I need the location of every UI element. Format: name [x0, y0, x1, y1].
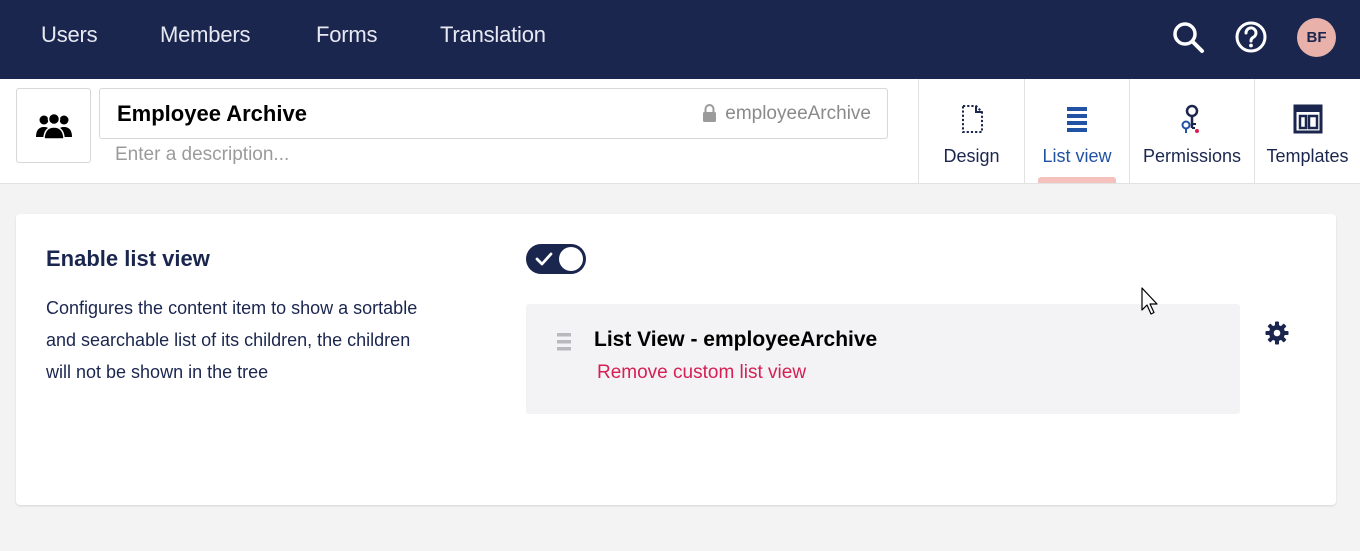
users-icon	[36, 112, 72, 140]
description-input[interactable]: Enter a description...	[115, 144, 289, 166]
enable-list-view-toggle[interactable]	[526, 244, 586, 274]
enable-list-view-description: Configures the content item to show a so…	[46, 298, 418, 382]
checkmark-icon	[535, 252, 553, 266]
tab-permissions[interactable]: Permissions	[1129, 79, 1254, 183]
content-type-alias: employeeArchive	[725, 103, 871, 124]
nav-item-forms[interactable]: Forms	[316, 22, 378, 48]
list-view-name: List View - employeeArchive	[594, 328, 878, 351]
tab-permissions-label: Permissions	[1142, 146, 1242, 166]
content-type-name-field[interactable]: Employee Archive employeeArchive	[99, 88, 888, 139]
active-tab-indicator	[1038, 177, 1116, 183]
gear-icon[interactable]	[1265, 321, 1289, 345]
help-icon[interactable]	[1233, 19, 1269, 55]
custom-list-view-item: List View - employeeArchive Remove custo…	[526, 304, 1240, 414]
enable-list-view-title: Enable list view	[46, 246, 210, 271]
nav-item-users[interactable]: Users	[41, 22, 98, 48]
tab-list-view[interactable]: List view	[1024, 79, 1129, 183]
tab-list-view-label: List view	[1042, 146, 1112, 166]
tab-design[interactable]: Design	[918, 79, 1024, 183]
keys-icon	[1181, 104, 1199, 133]
mouse-cursor-icon	[1141, 287, 1158, 315]
tab-design-label: Design	[943, 146, 1000, 166]
tab-templates[interactable]: Templates	[1254, 79, 1360, 183]
nav-item-members[interactable]: Members	[160, 22, 250, 48]
remove-custom-list-view-link[interactable]: Remove custom list view	[597, 362, 806, 384]
nav-item-translation[interactable]: Translation	[440, 22, 546, 48]
layout-icon	[1293, 104, 1322, 134]
drag-handle-icon[interactable]	[556, 332, 572, 352]
content-type-name[interactable]: Employee Archive	[117, 101, 307, 127]
content-type-icon-picker[interactable]	[16, 88, 91, 163]
tab-templates-label: Templates	[1266, 146, 1349, 166]
document-outline-icon	[961, 105, 983, 133]
search-icon[interactable]	[1170, 19, 1206, 55]
top-navigation-bar: Users Members Forms Translation BF	[0, 0, 1360, 79]
lock-icon[interactable]	[702, 103, 717, 123]
toggle-knob	[559, 247, 583, 271]
editor-header: Employee Archive employeeArchive Enter a…	[0, 79, 1360, 184]
list-view-settings-card: Enable list view Configures the content …	[16, 214, 1336, 505]
user-avatar[interactable]: BF	[1297, 18, 1336, 57]
list-icon	[1067, 107, 1087, 132]
